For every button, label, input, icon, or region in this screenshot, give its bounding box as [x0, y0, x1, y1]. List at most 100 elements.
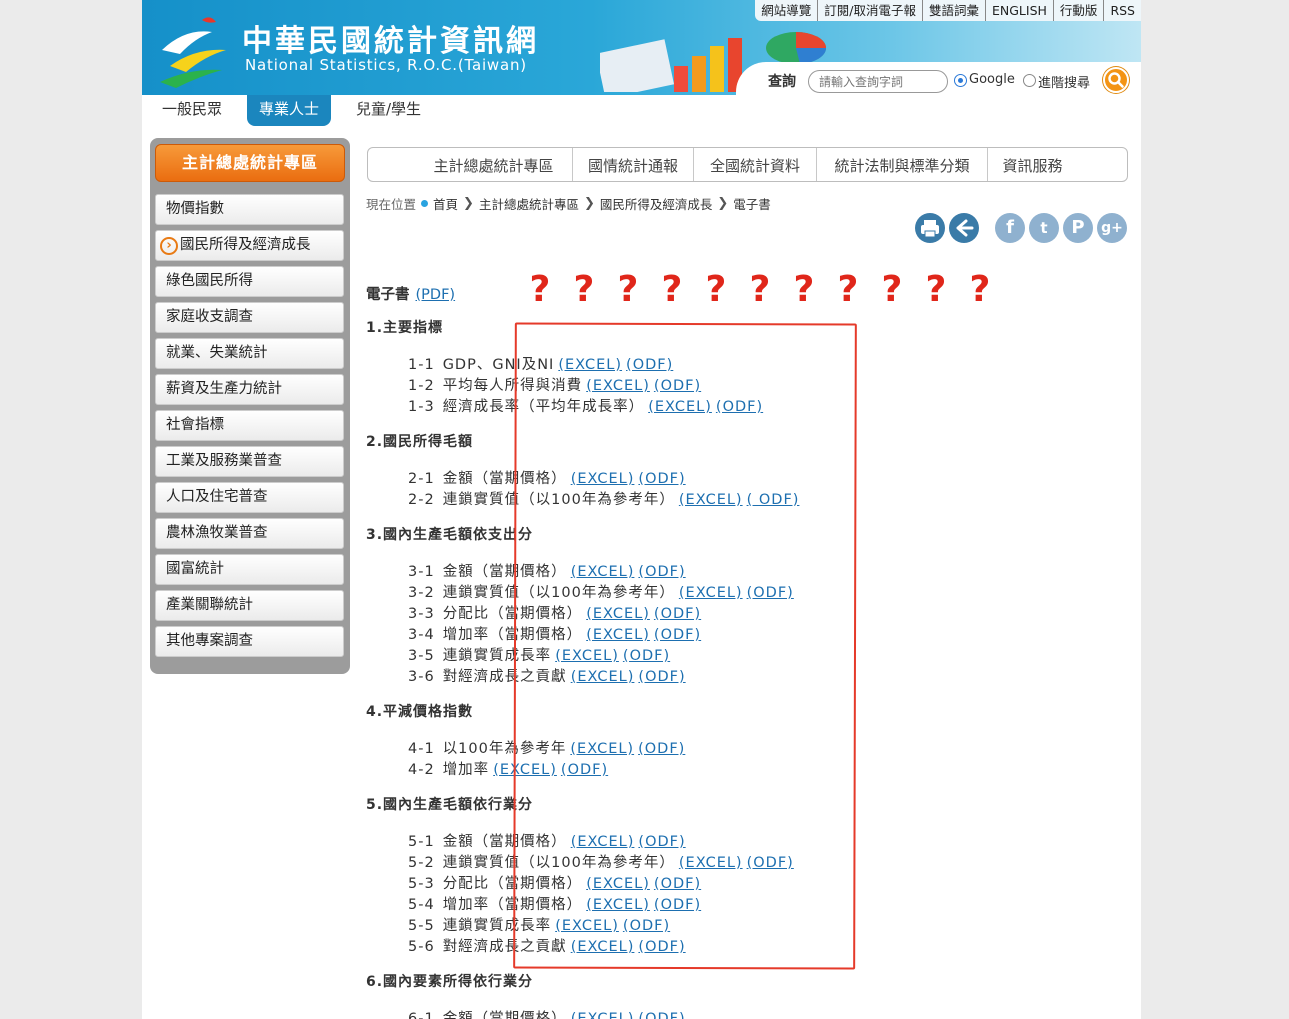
excel-link[interactable]: (EXCEL): [571, 1011, 635, 1019]
tab-professionals[interactable]: 專業人士: [247, 95, 332, 126]
tab-general-public[interactable]: 一般民眾: [150, 95, 234, 126]
nav-stats-law-standards[interactable]: 統計法制與標準分類: [816, 148, 987, 181]
sidebar-item[interactable]: 其他專案調查: [155, 626, 344, 657]
search-label: 查詢: [768, 74, 796, 90]
site-header: 中華民國統計資訊網 National Statistics, R.O.C.(Ta…: [142, 0, 1141, 95]
google-radio[interactable]: [954, 74, 967, 87]
audience-tabs: 一般民眾 專業人士 兒童/學生: [142, 95, 1141, 126]
sidebar-title[interactable]: 主計總處統計專區: [155, 144, 345, 182]
question-mark-annotation: ???????????: [524, 271, 996, 309]
sidebar-item[interactable]: 工業及服務業普查: [155, 446, 344, 477]
search-input[interactable]: [808, 70, 948, 93]
back-icon[interactable]: [949, 213, 979, 243]
advanced-search-radio[interactable]: [1023, 74, 1036, 87]
ebook-pdf-link[interactable]: (PDF): [416, 287, 456, 303]
nav-national-stats-data[interactable]: 全國統計資料: [693, 148, 816, 181]
breadcrumb-home[interactable]: 首頁: [433, 194, 458, 213]
row-number: 2-2: [408, 492, 435, 508]
row-number: 5-4: [408, 897, 435, 913]
top-link-english[interactable]: ENGLISH: [985, 0, 1053, 21]
google-plus-icon[interactable]: g+: [1097, 213, 1127, 243]
row-number: 5-1: [408, 834, 435, 850]
question-mark: ?: [573, 269, 595, 310]
sidebar-item[interactable]: 人口及住宅普查: [155, 482, 344, 513]
sidebar-item-label: 國富統計: [166, 561, 224, 577]
twitter-icon[interactable]: t: [1029, 213, 1059, 243]
row-number: 3-3: [408, 606, 435, 622]
search-icon: [1108, 72, 1124, 88]
row-number: 1-2: [408, 378, 435, 394]
site-logo[interactable]: [150, 10, 240, 90]
top-links: 網站導覽 訂閱/取消電子報 雙語詞彙 ENGLISH 行動版 RSS: [755, 0, 1141, 21]
sidebar-item-label: 人口及住宅普查: [166, 489, 268, 505]
sidebar-item[interactable]: 國富統計: [155, 554, 344, 585]
google-radio-label: Google: [969, 72, 1015, 87]
sidebar-item-label: 綠色國民所得: [166, 273, 253, 289]
sidebar-item[interactable]: 薪資及生產力統計: [155, 374, 344, 405]
nav-national-stats-bulletin[interactable]: 國情統計通報: [572, 148, 693, 181]
sidebar: 主計總處統計專區 物價指數 › 國民所得及經濟成長綠色國民所得家庭收支調查 就業、失業…: [150, 138, 350, 674]
plurk-icon[interactable]: P: [1063, 213, 1093, 243]
row-number: 3-6: [408, 669, 435, 685]
top-link-rss[interactable]: RSS: [1103, 0, 1141, 21]
search-bar: 查詢 Google 進階搜尋: [736, 62, 1141, 95]
sidebar-item-label: 國民所得及經濟成長: [180, 237, 311, 253]
breadcrumb-dot-icon: [421, 200, 429, 207]
row-number: 4-2: [408, 762, 435, 778]
ebook-heading: 電子書 (PDF): [366, 283, 455, 304]
odf-link[interactable]: (ODF): [638, 1011, 685, 1019]
sidebar-item-label: 產業關聯統計: [166, 597, 253, 613]
section-title: 5.國內生產毛額依行業分: [366, 797, 534, 813]
search-button[interactable]: [1103, 67, 1129, 93]
row-label: 增加率: [442, 762, 490, 778]
row-number: 3-1: [408, 564, 435, 580]
advanced-search-label: 進階搜尋: [1038, 76, 1091, 91]
sidebar-item[interactable]: 家庭收支調查: [155, 302, 344, 333]
top-link-newsletter[interactable]: 訂閱/取消電子報: [817, 0, 922, 21]
site-title: 中華民國統計資訊網: [242, 24, 539, 59]
section-title: 2.國民所得毛額: [366, 434, 474, 450]
chevron-right-icon: ›: [160, 237, 178, 255]
row-number: 2-1: [408, 471, 435, 487]
row-label: 金額（當期價格）: [442, 1011, 567, 1019]
top-link-sitemap[interactable]: 網站導覽: [755, 0, 817, 21]
row-number: 3-4: [408, 627, 435, 643]
row-number: 5-5: [408, 918, 435, 934]
question-mark: ?: [529, 269, 551, 310]
row-number: 6-1: [408, 1011, 435, 1019]
site-subtitle: National Statistics, R.O.C.(Taiwan): [245, 56, 527, 74]
main-nav: 主計總處統計專區 國情統計通報 全國統計資料 統計法制與標準分類 資訊服務: [367, 147, 1128, 182]
question-mark: ?: [705, 269, 727, 310]
top-link-mobile[interactable]: 行動版: [1052, 0, 1104, 21]
chevron-right-icon: ❯: [583, 196, 595, 211]
tab-children-students[interactable]: 兒童/學生: [344, 95, 433, 126]
row-number: 5-6: [408, 939, 435, 955]
breadcrumb-national-income[interactable]: 國民所得及經濟成長: [600, 194, 713, 213]
chevron-right-icon: ❯: [717, 196, 729, 211]
sidebar-item-label: 薪資及生產力統計: [166, 381, 282, 397]
sidebar-item[interactable]: 物價指數: [155, 194, 344, 225]
question-mark: ?: [749, 269, 771, 310]
sidebar-item[interactable]: › 國民所得及經濟成長: [155, 230, 344, 261]
sidebar-item[interactable]: 農林漁牧業普查: [155, 518, 344, 549]
red-highlight-box: [513, 322, 857, 970]
table-row: 6-1 金額（當期價格） (EXCEL) (ODF): [408, 1007, 686, 1019]
question-mark: ?: [837, 269, 859, 310]
sidebar-item[interactable]: 產業關聯統計: [155, 590, 344, 621]
section-title: 4.平減價格指數: [366, 704, 474, 720]
sidebar-item[interactable]: 社會指標: [155, 410, 344, 441]
top-link-glossary[interactable]: 雙語詞彙: [921, 0, 985, 21]
facebook-icon[interactable]: f: [995, 213, 1025, 243]
question-mark: ?: [881, 269, 903, 310]
sidebar-item[interactable]: 綠色國民所得: [155, 266, 344, 297]
print-icon[interactable]: [915, 213, 945, 243]
sidebar-item[interactable]: 就業、失業統計: [155, 338, 344, 369]
nav-dgbas-area[interactable]: 主計總處統計專區: [415, 148, 572, 181]
section-title: 1.主要指標: [366, 320, 444, 336]
section-title: 3.國內生產毛額依支出分: [366, 527, 534, 543]
breadcrumb-dgbas-area[interactable]: 主計總處統計專區: [479, 194, 579, 213]
question-mark: ?: [617, 269, 639, 310]
section-title: 6.國內要素所得依行業分: [366, 974, 534, 990]
nav-info-services[interactable]: 資訊服務: [987, 148, 1077, 181]
sidebar-item-label: 其他專案調查: [166, 633, 253, 649]
